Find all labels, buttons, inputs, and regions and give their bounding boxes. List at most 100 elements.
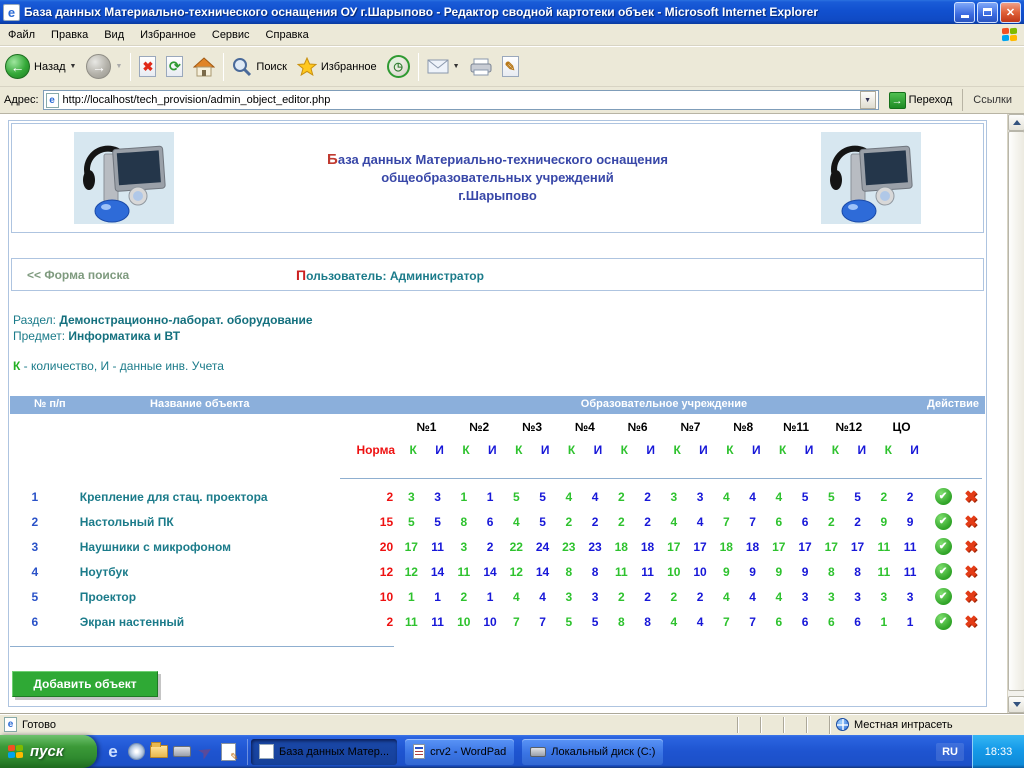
row-number: 4	[10, 565, 60, 579]
ie-icon: e	[108, 742, 117, 762]
refresh-button[interactable]	[161, 50, 188, 84]
k-value: 11	[608, 565, 634, 579]
language-indicator[interactable]: RU	[936, 743, 964, 761]
menu-item-6[interactable]: Справка	[258, 26, 317, 44]
action-cell	[957, 562, 985, 582]
k-letter: К	[717, 443, 743, 457]
i-value: 17	[844, 540, 870, 554]
menu-item-4[interactable]: Избранное	[132, 26, 204, 44]
history-button[interactable]: ◷	[382, 50, 415, 84]
section-line: Раздел: Демонстрационно-лаборат. оборудо…	[13, 312, 313, 328]
scroll-up-button[interactable]	[1008, 114, 1024, 131]
object-name-link[interactable]: Наушники с микрофоном	[60, 540, 344, 554]
stop-button[interactable]	[134, 50, 161, 84]
delete-icon[interactable]	[964, 539, 977, 556]
close-button[interactable]: ✕	[1000, 2, 1021, 23]
address-dropdown-button[interactable]: ▼	[860, 91, 876, 109]
print-button[interactable]	[465, 50, 497, 84]
home-button[interactable]	[188, 50, 220, 84]
confirm-icon[interactable]	[935, 563, 952, 580]
computer-equipment-image	[74, 132, 174, 224]
k-letter: К	[453, 443, 479, 457]
favorites-label: Избранное	[321, 61, 377, 73]
k-letter: К	[822, 443, 848, 457]
edit-button[interactable]	[497, 50, 524, 84]
php-edit-icon[interactable]	[218, 742, 238, 762]
confirm-icon[interactable]	[935, 613, 952, 630]
go-label: Переход	[909, 94, 953, 106]
legend-text: - количество, И - данные инв. Учета	[20, 359, 224, 373]
task-label: Локальный диск (C:)	[551, 746, 655, 758]
links-menu[interactable]: Ссылки	[962, 89, 1020, 111]
confirm-icon[interactable]	[935, 513, 952, 530]
delete-icon[interactable]	[964, 514, 977, 531]
k-value: 2	[608, 590, 634, 604]
address-label: Адрес:	[4, 94, 39, 106]
object-name-link[interactable]: Проектор	[60, 590, 344, 604]
minimize-icon	[961, 15, 969, 18]
minimize-button[interactable]	[954, 2, 975, 23]
confirm-icon[interactable]	[935, 588, 952, 605]
address-input[interactable]: e http://localhost/tech_provision/admin_…	[43, 90, 879, 110]
scrollbar-thumb[interactable]	[1008, 131, 1024, 691]
desktop: e База данных Материально-технического о…	[0, 0, 1024, 768]
k-value: 11	[398, 615, 424, 629]
table-row: 6Экран настенный211111010775588447766661…	[10, 609, 985, 634]
scroll-down-button[interactable]	[1008, 696, 1024, 713]
k-value: 4	[766, 590, 792, 604]
confirm-icon[interactable]	[935, 538, 952, 555]
start-button[interactable]: пуск	[0, 735, 97, 768]
action-cell	[957, 512, 985, 532]
k-value: 3	[871, 590, 897, 604]
k-value: 5	[398, 515, 424, 529]
start-label: пуск	[30, 743, 63, 760]
title-initial: Б	[327, 151, 338, 168]
taskbar-task-1[interactable]: База данных Матер...	[251, 739, 397, 765]
k-value: 3	[451, 540, 477, 554]
object-name-link[interactable]: Крепление для стац. проектора	[60, 490, 344, 504]
menu-item-3[interactable]: Вид	[96, 26, 132, 44]
delete-icon[interactable]	[964, 564, 977, 581]
search-form-link[interactable]: << Форма поиска	[27, 268, 129, 282]
mail-button[interactable]: ▼	[422, 50, 465, 84]
menu-item-1[interactable]: Файл	[0, 26, 43, 44]
k-value: 4	[503, 515, 529, 529]
delete-icon[interactable]	[964, 489, 977, 506]
favorites-button[interactable]: Избранное	[292, 50, 382, 84]
i-value: 11	[897, 540, 923, 554]
delete-icon[interactable]	[964, 589, 977, 606]
object-name-link[interactable]: Настольный ПК	[60, 515, 344, 529]
k-value: 12	[398, 565, 424, 579]
norm-value: 12	[343, 565, 398, 579]
k-value: 1	[871, 615, 897, 629]
i-value: 11	[424, 615, 450, 629]
swoosh-icon[interactable]	[195, 742, 215, 762]
ie-icon[interactable]: e	[103, 742, 123, 762]
legend: К - количество, И - данные инв. Учета	[13, 359, 224, 373]
php-edit-icon	[221, 743, 236, 761]
object-name-link[interactable]: Экран настенный	[60, 615, 344, 629]
cd-icon[interactable]	[126, 742, 146, 762]
back-dropdown-icon[interactable]: ▼	[70, 63, 77, 70]
taskbar-task-2[interactable]: crv2 - WordPad	[405, 739, 514, 765]
folder-icon[interactable]	[149, 742, 169, 762]
drive-icon[interactable]	[172, 742, 192, 762]
object-name-link[interactable]: Ноутбук	[60, 565, 344, 579]
restore-button[interactable]	[977, 2, 998, 23]
status-pane	[760, 717, 783, 733]
menu-item-2[interactable]: Правка	[43, 26, 96, 44]
delete-icon[interactable]	[964, 614, 977, 631]
menu-item-5[interactable]: Сервис	[204, 26, 258, 44]
vertical-scrollbar[interactable]	[1007, 114, 1024, 713]
add-object-button[interactable]: Добавить объект	[12, 671, 158, 697]
taskbar-task-3[interactable]: Локальный диск (C:)	[522, 739, 663, 765]
go-button[interactable]: → Переход	[883, 88, 959, 112]
search-button[interactable]: Поиск	[227, 50, 291, 84]
back-button[interactable]: ← Назад ▼	[0, 50, 81, 84]
edit-icon	[502, 56, 519, 77]
forward-button[interactable]: → ▼	[81, 50, 127, 84]
mail-dropdown-icon[interactable]: ▼	[453, 63, 460, 70]
i-value: 2	[634, 590, 660, 604]
confirm-icon[interactable]	[935, 488, 952, 505]
k-value: 7	[713, 615, 739, 629]
